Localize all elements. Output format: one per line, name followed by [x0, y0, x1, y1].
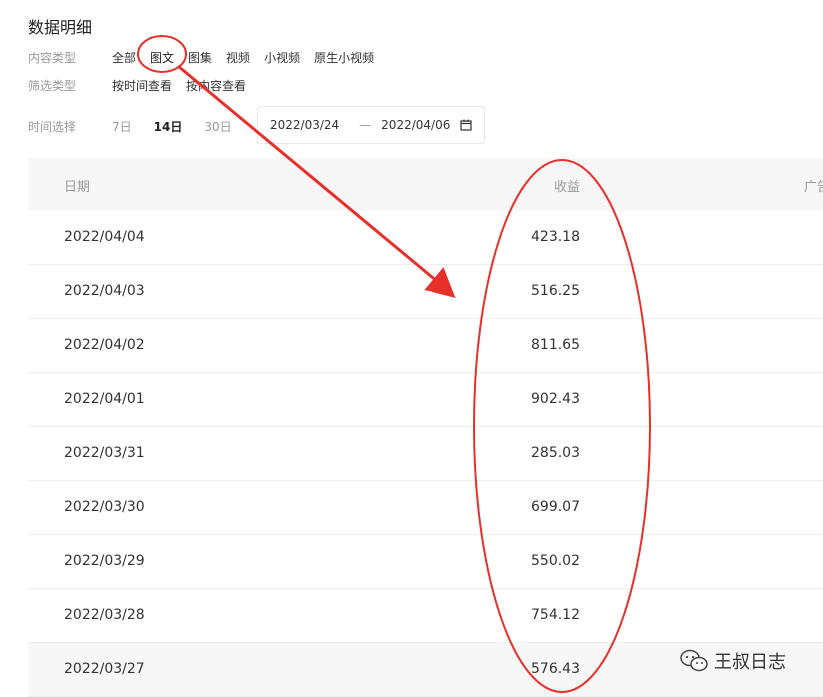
- wechat-icon: [680, 649, 708, 672]
- content-type-short-video[interactable]: 小视频: [264, 49, 300, 66]
- filter-by-content[interactable]: 按内容查看: [186, 77, 246, 94]
- row-revenue: 754.12: [531, 607, 580, 623]
- row-revenue: 699.07: [531, 499, 580, 515]
- row-revenue: 285.03: [531, 445, 580, 461]
- content-type-gallery[interactable]: 图集: [188, 49, 212, 66]
- content-type-label: 内容类型: [28, 50, 77, 65]
- table-row: 2022/04/04 423.18: [28, 211, 823, 265]
- row-revenue: 811.65: [531, 337, 580, 353]
- date-separator: —: [359, 118, 372, 132]
- content-type-native-short-video[interactable]: 原生小视频: [314, 49, 374, 66]
- content-type-article[interactable]: 图文: [150, 49, 174, 66]
- header-date: 日期: [64, 180, 91, 195]
- start-date[interactable]: 2022/03/24: [270, 118, 339, 132]
- watermark: 王叔日志: [680, 648, 786, 674]
- end-date[interactable]: 2022/04/06: [381, 118, 450, 132]
- content-type-video[interactable]: 视频: [226, 49, 250, 66]
- table-row: 2022/03/31 285.03: [28, 427, 823, 481]
- watermark-text: 王叔日志: [714, 652, 786, 673]
- row-date: 2022/04/02: [64, 337, 145, 353]
- table-header: 日期 收益 广告: [28, 158, 823, 211]
- row-date: 2022/03/29: [64, 553, 145, 569]
- row-date: 2022/04/01: [64, 391, 145, 407]
- page-title: 数据明细: [28, 18, 93, 37]
- row-revenue: 550.02: [531, 553, 580, 569]
- table-row: 2022/04/03 516.25: [28, 265, 823, 319]
- header-ad: 广告: [804, 180, 823, 195]
- row-date: 2022/03/28: [64, 607, 145, 623]
- time-select-label: 时间选择: [28, 119, 77, 134]
- time-select-filter: 时间选择 7日 14日 30日: [28, 116, 254, 136]
- row-revenue: 902.43: [531, 391, 580, 407]
- table-row: 2022/03/29 550.02: [28, 535, 823, 589]
- time-option-30d[interactable]: 30日: [204, 118, 231, 135]
- row-date: 2022/03/30: [64, 499, 145, 515]
- filter-by-time[interactable]: 按时间查看: [112, 77, 172, 94]
- filter-type-label: 筛选类型: [28, 78, 77, 93]
- filter-type-filter: 筛选类型 按时间查看 按内容查看: [28, 75, 260, 95]
- header-revenue[interactable]: 收益: [554, 176, 580, 195]
- row-date: 2022/03/31: [64, 445, 145, 461]
- row-revenue: 576.43: [531, 661, 580, 677]
- content-type-all[interactable]: 全部: [112, 49, 136, 66]
- time-option-7d[interactable]: 7日: [112, 118, 132, 135]
- row-revenue: 423.18: [531, 229, 580, 245]
- table-row: 2022/04/01 902.43: [28, 373, 823, 427]
- content-type-filter: 内容类型 全部 图文 图集 视频 小视频 原生小视频: [28, 47, 388, 67]
- table-row: 2022/03/30 699.07: [28, 481, 823, 535]
- time-option-14d[interactable]: 14日: [154, 118, 183, 135]
- table-row: 2022/03/28 754.12: [28, 589, 823, 643]
- row-date: 2022/04/04: [64, 229, 145, 245]
- data-table: 日期 收益 广告 2022/04/04 423.18 2022/04/03 51…: [28, 158, 823, 697]
- row-revenue: 516.25: [531, 283, 580, 299]
- row-date: 2022/03/27: [64, 661, 145, 677]
- calendar-icon[interactable]: [460, 119, 472, 131]
- row-date: 2022/04/03: [64, 283, 145, 299]
- date-range-picker[interactable]: 2022/03/24 — 2022/04/06: [257, 106, 485, 144]
- table-row: 2022/04/02 811.65: [28, 319, 823, 373]
